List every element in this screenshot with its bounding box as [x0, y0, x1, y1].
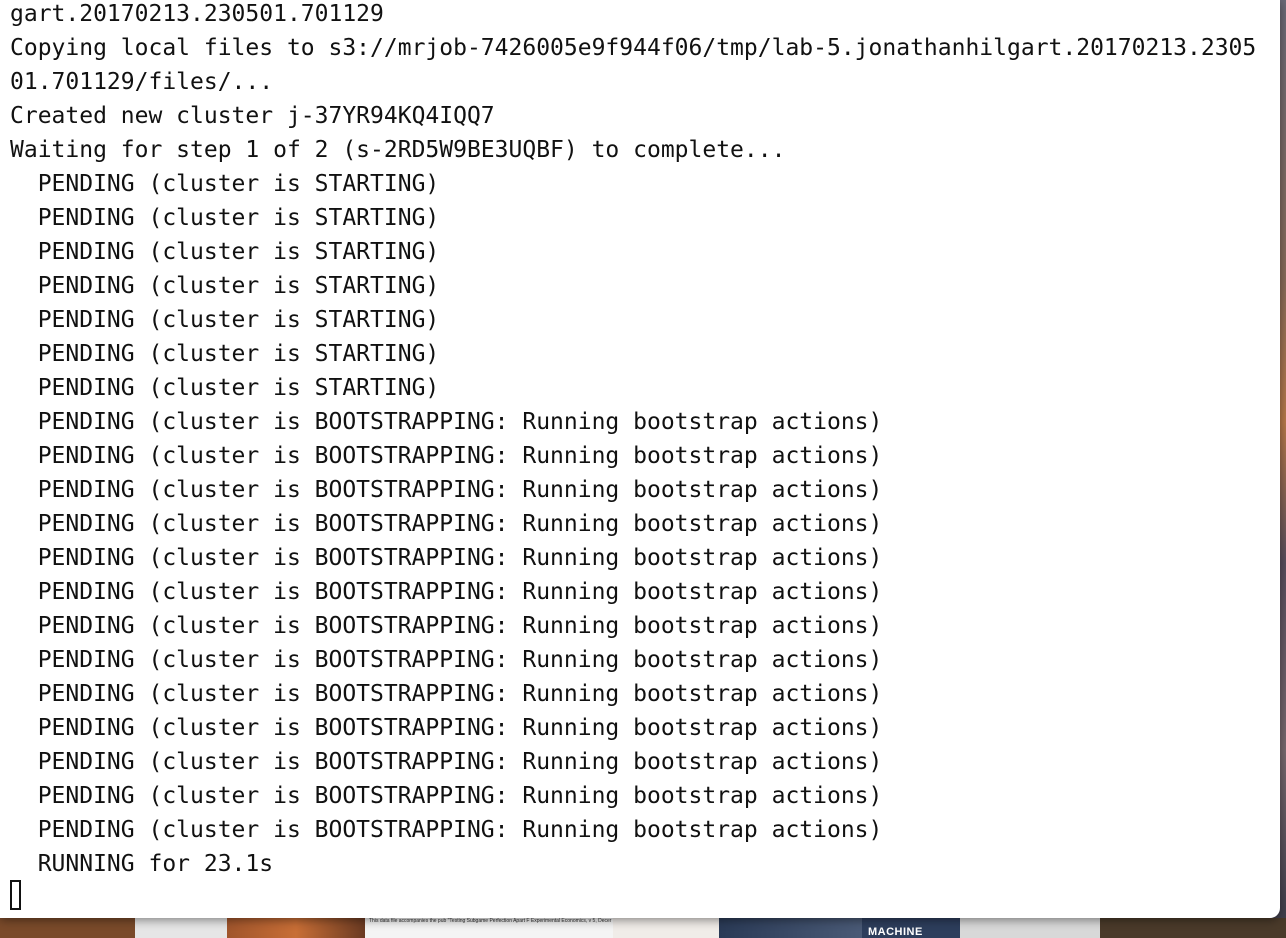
terminal-line: PENDING (cluster is STARTING) — [10, 171, 440, 197]
terminal-line: PENDING (cluster is BOOTSTRAPPING: Runni… — [10, 409, 883, 435]
terminal-line: PENDING (cluster is BOOTSTRAPPING: Runni… — [10, 715, 883, 741]
thumbnail-caption: This data file accompanies the pub "Test… — [369, 918, 612, 924]
desktop-thumbnail[interactable] — [135, 918, 227, 938]
desktop-thumbnail[interactable] — [0, 918, 135, 938]
text-cursor — [10, 880, 21, 910]
terminal-line: Created new cluster j-37YR94KQ4IQQ7 — [10, 103, 495, 129]
terminal-output[interactable]: gart.20170213.230501.701129 Copying local… — [10, 0, 1256, 881]
terminal-line: Copying local files to s3://mrjob-742600… — [10, 35, 1257, 61]
terminal-line: PENDING (cluster is BOOTSTRAPPING: Runni… — [10, 783, 883, 809]
desktop-thumbnail[interactable] — [719, 918, 862, 938]
terminal-line: PENDING (cluster is BOOTSTRAPPING: Runni… — [10, 443, 883, 469]
terminal-line: PENDING (cluster is BOOTSTRAPPING: Runni… — [10, 817, 883, 843]
terminal-line: PENDING (cluster is STARTING) — [10, 205, 440, 231]
desktop-thumbnail[interactable] — [960, 918, 1100, 938]
terminal-line: RUNNING for 23.1s — [10, 851, 274, 877]
terminal-line: PENDING (cluster is BOOTSTRAPPING: Runni… — [10, 749, 883, 775]
terminal-line: PENDING (cluster is BOOTSTRAPPING: Runni… — [10, 545, 883, 571]
terminal-line: PENDING (cluster is BOOTSTRAPPING: Runni… — [10, 647, 883, 673]
terminal-line: PENDING (cluster is BOOTSTRAPPING: Runni… — [10, 477, 883, 503]
terminal-line: PENDING (cluster is BOOTSTRAPPING: Runni… — [10, 613, 883, 639]
terminal-line: Waiting for step 1 of 2 (s-2RD5W9BE3UQBF… — [10, 137, 786, 163]
terminal-line: PENDING (cluster is BOOTSTRAPPING: Runni… — [10, 681, 883, 707]
desktop-thumbnails: This data file accompanies the pub "Test… — [0, 918, 1286, 938]
thumbnail-caption: MACHINE — [868, 926, 923, 938]
terminal-line: PENDING (cluster is BOOTSTRAPPING: Runni… — [10, 511, 883, 537]
terminal-line: PENDING (cluster is STARTING) — [10, 273, 440, 299]
desktop-thumbnail[interactable]: This data file accompanies the pub "Test… — [365, 918, 613, 938]
terminal-line: gart.20170213.230501.701129 — [10, 1, 384, 27]
desktop-thumbnail[interactable] — [227, 918, 365, 938]
terminal-line: PENDING (cluster is STARTING) — [10, 375, 440, 401]
terminal-window[interactable]: gart.20170213.230501.701129 Copying local… — [0, 0, 1280, 918]
desktop-thumbnail[interactable] — [613, 918, 719, 938]
desktop-thumbnail[interactable]: MACHINE — [862, 918, 960, 938]
terminal-line: PENDING (cluster is STARTING) — [10, 239, 440, 265]
terminal-line: PENDING (cluster is STARTING) — [10, 307, 440, 333]
terminal-line: 01.701129/files/... — [10, 69, 274, 95]
terminal-line: PENDING (cluster is BOOTSTRAPPING: Runni… — [10, 579, 883, 605]
terminal-line: PENDING (cluster is STARTING) — [10, 341, 440, 367]
desktop-thumbnail[interactable] — [1100, 918, 1286, 938]
